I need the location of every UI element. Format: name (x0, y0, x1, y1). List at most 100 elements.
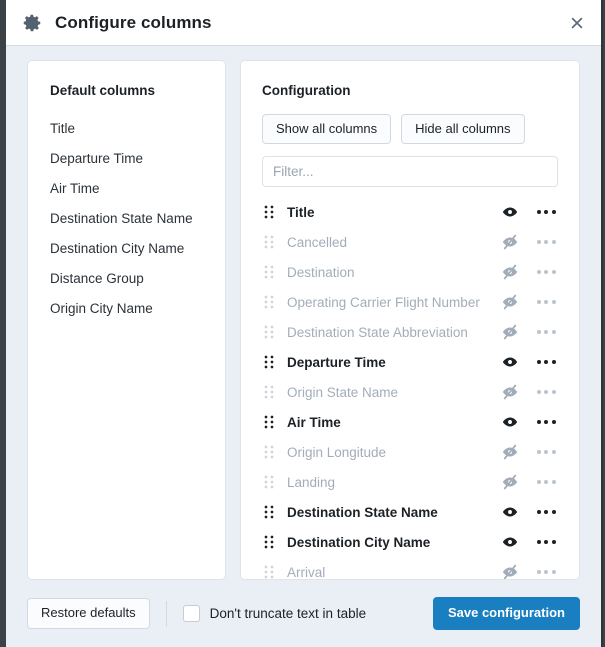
column-row-menu-button[interactable] (534, 561, 558, 579)
toggle-visibility-button-hidden[interactable] (498, 561, 522, 579)
save-configuration-button[interactable]: Save configuration (432, 597, 580, 630)
eye-icon (502, 207, 518, 217)
ellipsis-icon (536, 480, 556, 485)
eye-off-icon (502, 445, 518, 460)
drag-handle-icon[interactable] (262, 234, 276, 250)
toggle-visibility-button-visible[interactable] (498, 531, 522, 553)
drag-handle-icon[interactable] (262, 444, 276, 460)
toggle-visibility-button-hidden[interactable] (498, 321, 522, 343)
column-row-menu-button[interactable] (534, 351, 558, 373)
column-row-menu-button[interactable] (534, 261, 558, 283)
column-row[interactable]: Destination State Abbreviation (262, 317, 558, 347)
hide-all-columns-button[interactable]: Hide all columns (401, 114, 525, 145)
column-row[interactable]: Arrival (262, 557, 558, 579)
drag-handle-icon[interactable] (262, 474, 276, 490)
drag-handle-icon[interactable] (262, 324, 276, 340)
gear-icon (23, 14, 41, 31)
eye-off-icon (502, 565, 518, 579)
truncate-text-checkbox-wrapper[interactable]: Don't truncate text in table (182, 605, 366, 622)
column-row-label: Origin State Name (287, 384, 399, 400)
toggle-visibility-button-visible[interactable] (498, 351, 522, 373)
column-row-label: Destination City Name (287, 534, 431, 550)
column-row[interactable]: Operating Carrier Flight Number (262, 287, 558, 317)
column-row-label: Title (287, 204, 315, 220)
ellipsis-icon (536, 420, 556, 425)
column-row[interactable]: Origin Longitude (262, 437, 558, 467)
ellipsis-icon (536, 510, 556, 515)
ellipsis-icon (536, 570, 556, 575)
drag-handle-icon[interactable] (262, 354, 276, 370)
ellipsis-icon (536, 210, 556, 215)
ellipsis-icon (536, 300, 556, 305)
toggle-visibility-button-hidden[interactable] (498, 261, 522, 283)
drag-handle-icon[interactable] (262, 204, 276, 220)
column-row[interactable]: Origin State Name (262, 377, 558, 407)
show-all-columns-button[interactable]: Show all columns (262, 114, 392, 145)
drag-handle-icon[interactable] (262, 294, 276, 310)
eye-icon (502, 357, 518, 367)
dialog-header: Configure columns (6, 0, 601, 46)
drag-handle-icon[interactable] (262, 264, 276, 280)
default-columns-panel: Default columns Title Departure Time Air… (27, 60, 226, 580)
column-row[interactable]: Landing (262, 467, 558, 497)
toggle-visibility-button-hidden[interactable] (498, 441, 522, 463)
column-row[interactable]: Destination (262, 257, 558, 287)
drag-handle-icon[interactable] (262, 414, 276, 430)
list-item: Departure Time (50, 151, 144, 166)
column-row-label: Air Time (287, 414, 341, 430)
column-row-label: Landing (287, 474, 336, 490)
column-row-label: Departure Time (287, 354, 386, 370)
filter-input[interactable] (262, 156, 558, 188)
column-row-menu-button[interactable] (534, 441, 558, 463)
configuration-panel: Configuration Show all columns Hide all … (240, 60, 580, 580)
toggle-visibility-button-hidden[interactable] (498, 291, 522, 313)
toggle-visibility-button-visible[interactable] (498, 411, 522, 433)
column-row[interactable]: Destination State Name (262, 497, 558, 527)
close-button[interactable] (563, 9, 591, 37)
eye-off-icon (502, 265, 518, 280)
drag-handle-icon[interactable] (262, 534, 276, 550)
eye-off-icon (502, 295, 518, 310)
column-row-menu-button[interactable] (534, 201, 558, 223)
toggle-visibility-button-hidden[interactable] (498, 471, 522, 493)
footer-divider (165, 600, 167, 627)
drag-handle-icon[interactable] (262, 384, 276, 400)
column-row-label: Destination State Name (287, 504, 438, 520)
truncate-text-checkbox[interactable] (182, 605, 200, 622)
column-row[interactable]: Destination City Name (262, 527, 558, 557)
column-row-label: Arrival (287, 564, 326, 579)
restore-defaults-button[interactable]: Restore defaults (27, 598, 150, 629)
column-row-menu-button[interactable] (534, 291, 558, 313)
ellipsis-icon (536, 270, 556, 275)
toggle-visibility-button-visible[interactable] (498, 501, 522, 523)
eye-icon (502, 417, 518, 427)
column-row-menu-button[interactable] (534, 411, 558, 433)
toggle-visibility-button-hidden[interactable] (498, 231, 522, 253)
drag-handle-icon[interactable] (262, 564, 276, 579)
column-row[interactable]: Departure Time (262, 347, 558, 377)
toggle-visibility-button-hidden[interactable] (498, 381, 522, 403)
column-row[interactable]: Title (262, 197, 558, 227)
column-row-menu-button[interactable] (534, 471, 558, 493)
eye-off-icon (502, 385, 518, 400)
column-row-menu-button[interactable] (534, 231, 558, 253)
drag-handle-icon[interactable] (262, 504, 276, 520)
column-row-menu-button[interactable] (534, 531, 558, 553)
configure-columns-dialog: Configure columns Default columns Title … (6, 0, 603, 647)
column-rows-list: Title Cancelled Destination Operating Carri… (241, 197, 579, 579)
column-row-menu-button[interactable] (534, 381, 558, 403)
page-title: Configure columns (55, 12, 212, 32)
configuration-heading: Configuration (262, 83, 351, 98)
toggle-visibility-button-visible[interactable] (498, 201, 522, 223)
column-row[interactable]: Cancelled (262, 227, 558, 257)
ellipsis-icon (536, 450, 556, 455)
close-icon (571, 17, 583, 28)
dialog-footer: Restore defaults Don't truncate text in … (6, 580, 601, 647)
column-row[interactable]: Air Time (262, 407, 558, 437)
column-row-label: Origin Longitude (287, 444, 387, 460)
list-item: Destination City Name (50, 241, 185, 256)
column-row-menu-button[interactable] (534, 321, 558, 343)
column-row-label: Destination State Abbreviation (287, 324, 468, 340)
column-row-menu-button[interactable] (534, 501, 558, 523)
ellipsis-icon (536, 330, 556, 335)
